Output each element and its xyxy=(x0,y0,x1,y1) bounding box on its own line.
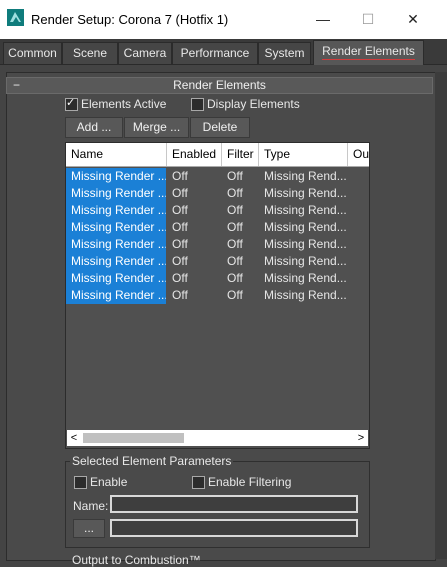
row-filter: Off xyxy=(227,220,243,234)
column-header-type[interactable]: Type xyxy=(259,143,348,166)
row-enabled: Off xyxy=(172,237,188,251)
output-path-field[interactable] xyxy=(110,519,358,537)
merge-button[interactable]: Merge ... xyxy=(124,117,189,138)
row-type: Missing Rend... xyxy=(264,186,347,200)
delete-button[interactable]: Delete xyxy=(190,117,250,138)
list-row[interactable]: Missing Render ... Off Off Missing Rend.… xyxy=(66,287,369,304)
list-row[interactable]: Missing Render ... Off Off Missing Rend.… xyxy=(66,253,369,270)
output-to-combustion-label: Output to Combustion™ xyxy=(72,553,201,567)
collapse-icon[interactable]: − xyxy=(13,78,20,93)
tab-scene-label: Scene xyxy=(72,46,108,60)
tab-render-elements[interactable]: Render Elements xyxy=(313,40,424,65)
close-button[interactable]: ✕ xyxy=(398,5,428,33)
tab-performance[interactable]: Performance xyxy=(172,42,258,64)
tab-common-label: Common xyxy=(8,46,57,60)
tab-system[interactable]: System xyxy=(258,42,311,64)
render-elements-list[interactable]: Name Enabled Filter Type Ou Missing Rend… xyxy=(65,142,370,449)
enable-filtering-checkbox[interactable] xyxy=(192,476,205,489)
list-header: Name Enabled Filter Type Ou xyxy=(66,143,369,167)
row-filter: Off xyxy=(227,186,243,200)
display-elements-label: Display Elements xyxy=(207,97,300,111)
maximize-button[interactable]: ☐ xyxy=(353,5,383,33)
3dsmax-app-icon xyxy=(7,9,24,26)
column-header-name[interactable]: Name xyxy=(66,143,167,166)
scroll-right-icon[interactable]: > xyxy=(354,430,368,446)
row-type: Missing Rend... xyxy=(264,169,347,183)
row-name: Missing Render ... xyxy=(66,185,166,202)
enable-checkbox[interactable] xyxy=(74,476,87,489)
row-filter: Off xyxy=(227,271,243,285)
row-name: Missing Render ... xyxy=(66,236,166,253)
add-button[interactable]: Add ... xyxy=(65,117,123,138)
row-enabled: Off xyxy=(172,288,188,302)
group-title: Selected Element Parameters xyxy=(70,454,234,468)
column-header-filter[interactable]: Filter xyxy=(222,143,259,166)
name-field[interactable] xyxy=(110,495,358,513)
list-row[interactable]: Missing Render ... Off Off Missing Rend.… xyxy=(66,202,369,219)
elements-active-label: Elements Active xyxy=(81,97,167,111)
list-row[interactable]: Missing Render ... Off Off Missing Rend.… xyxy=(66,270,369,287)
row-name: Missing Render ... xyxy=(66,270,166,287)
row-type: Missing Rend... xyxy=(264,288,347,302)
selected-element-parameters-group: Selected Element Parameters Enable Enabl… xyxy=(65,454,370,548)
enable-label: Enable xyxy=(90,475,128,489)
row-type: Missing Rend... xyxy=(264,237,347,251)
column-header-enabled[interactable]: Enabled xyxy=(167,143,222,166)
name-label: Name: xyxy=(73,499,109,513)
row-name: Missing Render ... xyxy=(66,168,166,185)
list-row[interactable]: Missing Render ... Off Off Missing Rend.… xyxy=(66,236,369,253)
row-enabled: Off xyxy=(172,186,188,200)
display-elements-checkbox[interactable] xyxy=(191,98,204,111)
panel-scrollbar[interactable] xyxy=(435,72,447,559)
tab-common[interactable]: Common xyxy=(3,42,62,64)
list-row[interactable]: Missing Render ... Off Off Missing Rend.… xyxy=(66,185,369,202)
scrollbar-thumb[interactable] xyxy=(83,433,184,443)
column-header-output[interactable]: Ou xyxy=(348,143,369,166)
enable-filtering-label: Enable Filtering xyxy=(208,475,292,489)
tab-camera[interactable]: Camera xyxy=(118,42,172,64)
row-type: Missing Rend... xyxy=(264,220,347,234)
row-type: Missing Rend... xyxy=(264,254,347,268)
row-name: Missing Render ... xyxy=(66,202,166,219)
row-type: Missing Rend... xyxy=(264,203,347,217)
row-type: Missing Rend... xyxy=(264,271,347,285)
tab-strip: Common Scene Camera Performance System R… xyxy=(0,39,447,65)
rollout-title: Render Elements xyxy=(173,78,266,92)
row-enabled: Off xyxy=(172,271,188,285)
tab-scene[interactable]: Scene xyxy=(62,42,118,64)
minimize-button[interactable]: — xyxy=(308,5,338,33)
tab-performance-label: Performance xyxy=(180,46,250,60)
tab-camera-label: Camera xyxy=(123,46,167,60)
list-horizontal-scrollbar[interactable]: < > xyxy=(67,430,368,446)
scroll-left-icon[interactable]: < xyxy=(67,430,81,446)
row-name: Missing Render ... xyxy=(66,219,166,236)
row-enabled: Off xyxy=(172,220,188,234)
elements-active-checkbox[interactable] xyxy=(65,96,78,111)
row-filter: Off xyxy=(227,203,243,217)
row-filter: Off xyxy=(227,254,243,268)
tab-system-label: System xyxy=(264,46,305,60)
row-filter: Off xyxy=(227,237,243,251)
row-filter: Off xyxy=(227,288,243,302)
row-name: Missing Render ... xyxy=(66,287,166,304)
window-title: Render Setup: Corona 7 (Hotfix 1) xyxy=(31,12,229,27)
row-enabled: Off xyxy=(172,203,188,217)
tab-render-elements-label: Render Elements xyxy=(322,44,415,60)
browse-button[interactable]: ... xyxy=(73,519,105,538)
list-row[interactable]: Missing Render ... Off Off Missing Rend.… xyxy=(66,219,369,236)
row-name: Missing Render ... xyxy=(66,253,166,270)
rollout-header[interactable]: − Render Elements xyxy=(6,77,433,94)
list-row[interactable]: Missing Render ... Off Off Missing Rend.… xyxy=(66,168,369,185)
row-enabled: Off xyxy=(172,254,188,268)
row-enabled: Off xyxy=(172,169,188,183)
title-bar: Render Setup: Corona 7 (Hotfix 1) — ☐ ✕ xyxy=(0,0,447,39)
row-filter: Off xyxy=(227,169,243,183)
